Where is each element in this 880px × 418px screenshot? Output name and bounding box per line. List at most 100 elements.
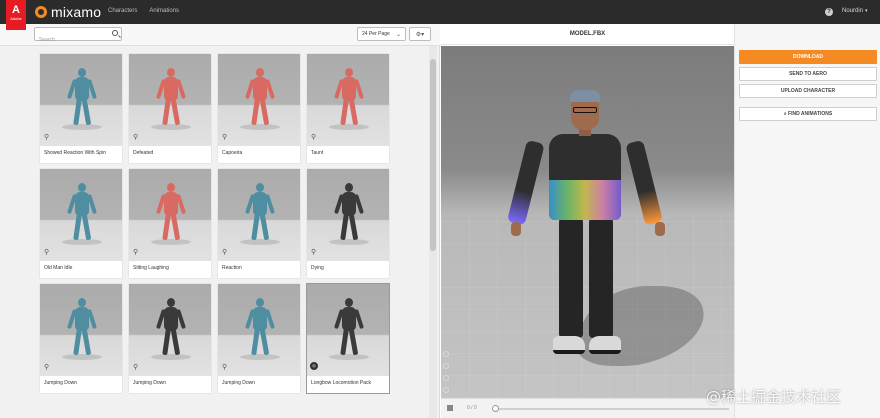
avatar-right-hand	[655, 222, 665, 236]
avatar-left-shoe	[553, 336, 585, 354]
avatar-left-leg	[559, 218, 583, 338]
animation-thumbnail: ⚲	[40, 54, 122, 146]
animation-thumbnail: ⚲	[307, 169, 389, 261]
figure-shadow	[240, 239, 280, 245]
figure-head	[167, 298, 175, 307]
user-name: Nourdin	[842, 8, 864, 14]
search-box	[34, 27, 122, 46]
animation-label: Jumping Down	[44, 380, 78, 386]
help-icon[interactable]: ?	[825, 8, 833, 16]
figure-leg1	[340, 98, 349, 126]
figure-head	[345, 298, 353, 307]
figure-shadow	[62, 239, 102, 245]
animation-label: Taunt	[311, 150, 324, 156]
in-place-icon: ⚲	[44, 249, 50, 256]
animation-card[interactable]: ⚲ Taunt	[307, 54, 389, 163]
in-place-icon: ⚲	[133, 134, 139, 141]
per-page-select[interactable]: 24 Per Page ⌄	[357, 27, 406, 41]
in-place-icon: ⚲	[44, 364, 50, 371]
animation-label: Old Man Idle	[44, 265, 73, 271]
animation-thumbnail: ◎	[307, 284, 389, 376]
upload-character-button[interactable]: UPLOAD CHARACTER	[739, 84, 877, 98]
camera-icon[interactable]	[443, 351, 449, 357]
find-animations-button[interactable]: ⌕ FIND ANIMATIONS	[739, 107, 877, 121]
figure-shadow	[240, 124, 280, 130]
animation-card[interactable]: ⚲ Old Man Idle	[40, 169, 122, 278]
timeline-track[interactable]	[493, 408, 729, 410]
adobe-logo[interactable]: A Adobe	[6, 0, 26, 30]
figure-head	[167, 183, 175, 192]
mixamo-brand[interactable]: mixamo	[35, 4, 101, 20]
avatar-glasses	[573, 107, 597, 113]
gear-icon: ⚙▾	[415, 31, 425, 38]
animation-card[interactable]: ⚲ Sitting Laughing	[129, 169, 211, 278]
figure-leg1	[251, 213, 260, 241]
in-place-icon: ⚲	[222, 364, 228, 371]
top-bar: A Adobe mixamo Characters Animations ? N…	[0, 0, 880, 30]
animation-thumbnail: ⚲	[218, 54, 300, 146]
animation-card[interactable]: ⚲ Jumping Down	[40, 284, 122, 393]
animation-thumbnail: ⚲	[129, 54, 211, 146]
animation-thumbnail: ⚲	[307, 54, 389, 146]
figure-body	[164, 192, 178, 216]
figure-head	[256, 298, 264, 307]
animation-label: Defeated	[133, 150, 154, 156]
figure-shadow	[151, 239, 191, 245]
zoom-icon[interactable]	[443, 375, 449, 381]
figure-head	[256, 68, 264, 77]
figure-head	[167, 68, 175, 77]
figure-shadow	[62, 354, 102, 360]
frame-counter: 0 / 0	[467, 405, 477, 411]
user-menu[interactable]: Nourdin ▾	[842, 8, 868, 14]
animation-card[interactable]: ⚲ Dying	[307, 169, 389, 278]
avatar-model	[506, 90, 669, 390]
grid-icon[interactable]	[443, 387, 449, 393]
figure-shadow	[62, 124, 102, 130]
figure-shadow	[329, 354, 369, 360]
settings-button[interactable]: ⚙▾	[409, 27, 431, 41]
figure-body	[253, 307, 267, 331]
send-to-aero-button[interactable]: SEND TO AERO	[739, 67, 877, 81]
figure-head	[78, 183, 86, 192]
animation-card[interactable]: ◎ Longbow Locomotion Pack	[307, 284, 389, 393]
animation-thumbnail: ⚲	[218, 169, 300, 261]
find-animations-label: FIND ANIMATIONS	[788, 111, 833, 117]
nav-characters[interactable]: Characters	[108, 8, 137, 14]
figure-body	[253, 192, 267, 216]
nav-animations[interactable]: Animations	[149, 8, 179, 14]
animation-card[interactable]: ⚲ Jumping Down	[218, 284, 300, 393]
animation-thumbnail: ⚲	[40, 169, 122, 261]
animation-card[interactable]: ⚲ Defeated	[129, 54, 211, 163]
figure-leg1	[251, 328, 260, 356]
download-button[interactable]: DOWNLOAD	[739, 50, 877, 64]
avatar-hoodie-print	[549, 180, 621, 220]
in-place-icon: ⚲	[222, 134, 228, 141]
animation-card[interactable]: ⚲ Jumping Down	[129, 284, 211, 393]
animation-card[interactable]: ⚲ Capoeira	[218, 54, 300, 163]
in-place-icon: ⚲	[133, 249, 139, 256]
figure-body	[342, 192, 356, 216]
search-icon[interactable]	[112, 30, 118, 36]
figure-shadow	[240, 354, 280, 360]
figure-head	[345, 68, 353, 77]
figure-shadow	[151, 354, 191, 360]
chevron-down-icon: ⌄	[395, 32, 401, 38]
animation-card[interactable]: ⚲ Showed Reaction With Spin	[40, 54, 122, 163]
action-panel: DOWNLOAD SEND TO AERO UPLOAD CHARACTER ⌕…	[734, 24, 880, 418]
play-icon[interactable]	[447, 405, 453, 411]
figure-leg2	[81, 98, 92, 126]
figure-leg2	[259, 328, 270, 356]
animation-card[interactable]: ⚲ Reaction	[218, 169, 300, 278]
figure-leg1	[340, 213, 349, 241]
timeline-knob[interactable]	[492, 405, 499, 412]
figure-body	[75, 192, 89, 216]
playback-bar: 0 / 0	[441, 398, 734, 418]
figure-leg2	[170, 328, 181, 356]
main-nav: Characters Animations	[108, 8, 179, 14]
scrollbar-thumb[interactable]	[430, 59, 436, 251]
viewer-stage[interactable]	[441, 46, 734, 398]
figure-leg2	[170, 98, 181, 126]
adobe-logo-letter: A	[12, 4, 20, 16]
search-input[interactable]	[35, 34, 107, 46]
rotate-icon[interactable]	[443, 363, 449, 369]
